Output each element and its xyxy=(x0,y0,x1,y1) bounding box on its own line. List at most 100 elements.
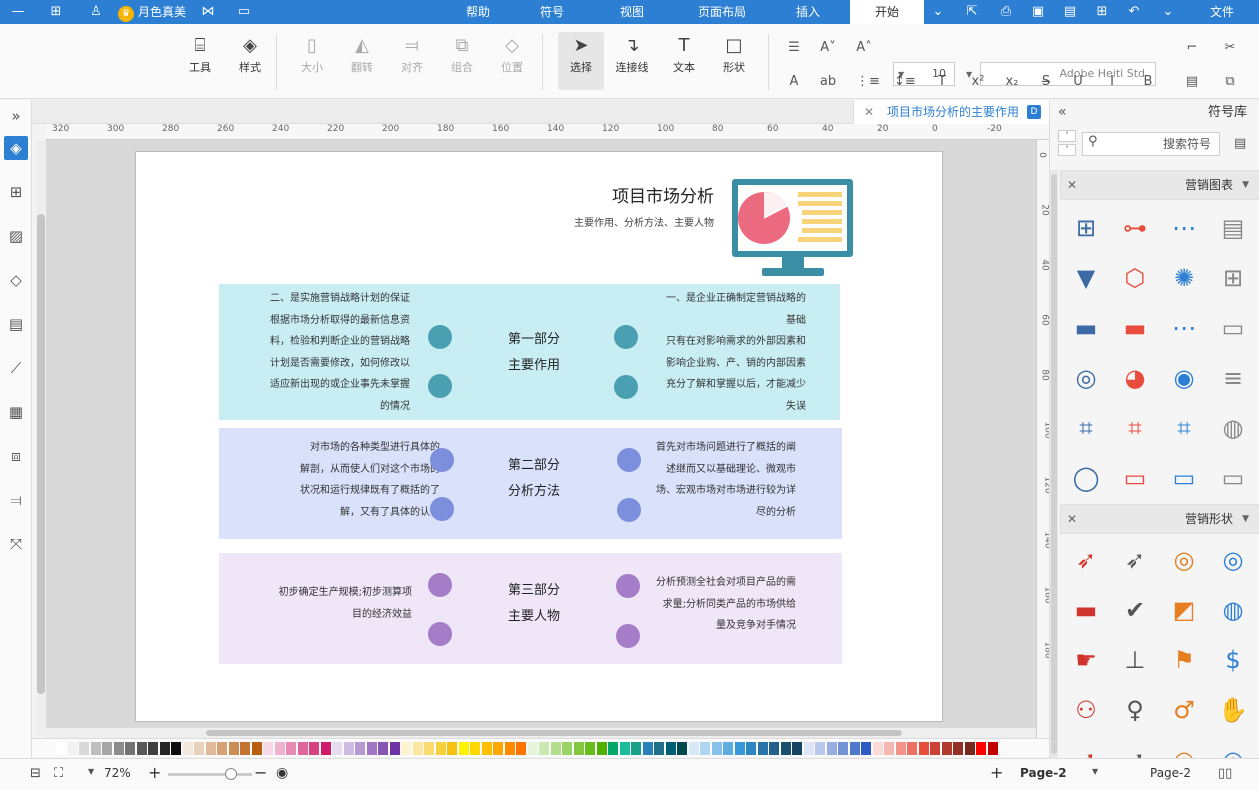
symbol-thumbnail[interactable]: ≡ xyxy=(1211,358,1255,398)
open-icon[interactable]: ▤ xyxy=(1062,4,1078,20)
align-button[interactable]: ⫤ 对齐 xyxy=(392,32,432,90)
drawing-page[interactable]: 项目市场分析 主要作用、分析方法、主要人物 一、是企业正确制定营销战略的 基础 … xyxy=(135,151,943,722)
color-swatch[interactable] xyxy=(642,742,653,755)
color-swatch[interactable] xyxy=(171,742,181,755)
zoom-slider[interactable] xyxy=(168,773,252,776)
menu-help[interactable]: 帮助 xyxy=(456,0,500,24)
share-icon[interactable]: ⋈ xyxy=(200,4,216,20)
color-swatch[interactable] xyxy=(79,742,89,755)
select-button[interactable]: ➤ 选择 xyxy=(558,32,604,90)
export-icon[interactable]: ⇱ xyxy=(964,4,980,20)
section-1-left-text[interactable]: 二、是实施营销战略计划的保证 根据市场分析取得的最新信息资 料，检验和判断企业的… xyxy=(246,288,410,417)
highlight-icon[interactable]: ab xyxy=(818,72,838,92)
apps-grid-icon[interactable]: ⊞ xyxy=(48,4,64,20)
color-swatch[interactable] xyxy=(297,742,308,755)
chart-icon[interactable]: ⟋ xyxy=(4,356,28,380)
cut-icon[interactable]: ✂ xyxy=(1220,38,1240,58)
color-swatch[interactable] xyxy=(987,742,998,755)
color-swatch[interactable] xyxy=(895,742,906,755)
color-swatch[interactable] xyxy=(148,742,158,755)
line-spacing-icon[interactable]: ☰ xyxy=(784,38,804,58)
symbol-thumbnail[interactable]: ▼ xyxy=(1064,258,1108,298)
symbol-thumbnail[interactable]: ⊥ xyxy=(1113,640,1157,680)
panel-scrollbar[interactable] xyxy=(1050,170,1058,758)
text-button[interactable]: T 文本 xyxy=(664,32,704,90)
symbol-thumbnail[interactable]: ▭ xyxy=(1211,308,1255,348)
color-swatch[interactable] xyxy=(320,742,331,755)
color-swatch[interactable] xyxy=(953,742,963,755)
horizontal-scrollbar[interactable] xyxy=(46,728,1036,738)
color-swatch[interactable] xyxy=(355,742,365,755)
minimize-icon[interactable]: — xyxy=(10,4,26,20)
color-swatch[interactable] xyxy=(159,742,170,755)
color-swatch[interactable] xyxy=(654,742,664,755)
collapse-icon[interactable]: « xyxy=(1058,104,1067,120)
color-swatch[interactable] xyxy=(228,742,239,755)
color-swatch[interactable] xyxy=(803,742,814,755)
text-spacing-icon[interactable]: ↕≡ xyxy=(894,72,916,92)
symbol-search-input[interactable]: 搜索符号 xyxy=(1082,132,1220,156)
section-3-right-text[interactable]: 分析预测全社会对项目产品的需 求量;分析同类产品的市场供给 量及竞争对手情况 xyxy=(612,572,796,637)
color-swatch[interactable] xyxy=(861,742,871,755)
color-swatch[interactable] xyxy=(562,742,572,755)
color-swatch[interactable] xyxy=(723,742,733,755)
grid-icon[interactable]: ⊞ xyxy=(4,180,28,204)
symbol-thumbnail[interactable]: ▬ xyxy=(1064,308,1108,348)
color-palette[interactable] xyxy=(32,738,1049,757)
font-color-icon[interactable]: A xyxy=(784,72,804,92)
color-swatch[interactable] xyxy=(504,742,515,755)
zoom-out-icon[interactable]: − xyxy=(254,763,267,782)
color-swatch[interactable] xyxy=(493,742,503,755)
color-swatch[interactable] xyxy=(792,742,802,755)
strikethrough-icon[interactable]: S̶ xyxy=(1036,72,1056,92)
color-swatch[interactable] xyxy=(815,742,825,755)
symbol-thumbnail[interactable]: ⊶ xyxy=(1113,208,1157,248)
symbol-thumbnail[interactable]: ⚇ xyxy=(1064,690,1108,730)
color-swatch[interactable] xyxy=(309,742,319,755)
chevron-down-icon[interactable]: ⌄ xyxy=(1160,4,1176,20)
symbol-thumbnail[interactable]: ✋ xyxy=(1211,690,1255,730)
color-swatch[interactable] xyxy=(102,742,112,755)
color-swatch[interactable] xyxy=(838,742,848,755)
document-tab[interactable]: ✕ 项目市场分析的主要作用 D xyxy=(853,100,1049,124)
symbol-thumbnail[interactable]: ▭ xyxy=(1113,458,1157,498)
symbol-thumbnail[interactable]: ◍ xyxy=(1211,590,1255,630)
scrollbar-thumb[interactable] xyxy=(206,730,902,736)
symbol-thumbnail[interactable]: ⬡ xyxy=(1113,258,1157,298)
color-swatch[interactable] xyxy=(608,742,618,755)
save-icon[interactable]: ▣ xyxy=(1030,4,1046,20)
color-swatch[interactable] xyxy=(217,742,227,755)
image-icon[interactable]: ▨ xyxy=(4,224,28,248)
color-swatch[interactable] xyxy=(182,742,193,755)
symbol-thumbnail[interactable]: ♀ xyxy=(1113,690,1157,730)
symbol-thumbnail[interactable]: $ xyxy=(1211,640,1255,680)
symbol-thumbnail[interactable]: ➶ xyxy=(1064,740,1108,758)
zoom-in-icon[interactable]: + xyxy=(148,763,161,782)
color-swatch[interactable] xyxy=(67,742,78,755)
collapse-icon[interactable]: » xyxy=(4,104,28,128)
color-swatch[interactable] xyxy=(769,742,779,755)
color-swatch[interactable] xyxy=(424,742,434,755)
chevron-down-icon[interactable]: ▼ xyxy=(88,767,94,776)
color-swatch[interactable] xyxy=(631,742,641,755)
color-swatch[interactable] xyxy=(435,742,446,755)
symbol-thumbnail[interactable]: ◩ xyxy=(1162,590,1206,630)
user-brand[interactable]: ♛ 月色真美 xyxy=(118,2,186,22)
symbol-thumbnail[interactable]: ◍ xyxy=(1211,408,1255,448)
color-swatch[interactable] xyxy=(447,742,457,755)
color-swatch[interactable] xyxy=(884,742,894,755)
color-swatch[interactable] xyxy=(286,742,296,755)
color-swatch[interactable] xyxy=(90,742,101,755)
symbol-thumbnail[interactable]: ♂ xyxy=(1162,690,1206,730)
symbol-thumbnail[interactable]: ▤ xyxy=(1211,208,1255,248)
symbol-thumbnail[interactable]: ⌗ xyxy=(1113,408,1157,448)
color-swatch[interactable] xyxy=(125,742,135,755)
color-swatch[interactable] xyxy=(550,742,561,755)
symbol-thumbnail[interactable]: ◎ xyxy=(1162,540,1206,580)
scrollbar-thumb[interactable] xyxy=(37,214,45,694)
section-3-left-text[interactable]: 初步确定生产规模;初步测算项 目的经济效益 xyxy=(246,582,412,625)
color-swatch[interactable] xyxy=(964,742,975,755)
vertical-scrollbar[interactable] xyxy=(36,140,46,736)
section-1-right-text[interactable]: 一、是企业正确制定营销战略的 基础 只有在对影响需求的外部因素和 影响企业购、产… xyxy=(612,288,806,417)
color-swatch[interactable] xyxy=(527,742,538,755)
